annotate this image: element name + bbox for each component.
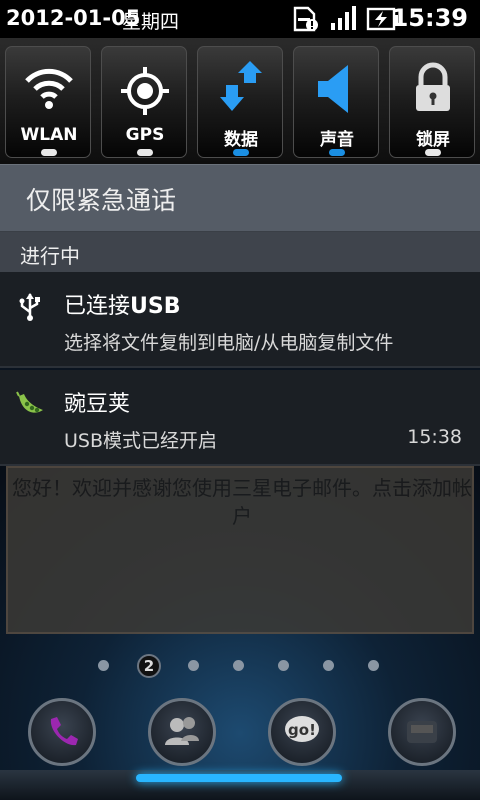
lock-icon	[416, 62, 450, 111]
data-indicator	[233, 149, 249, 156]
notification-usb[interactable]: 已连接USB 选择将文件复制到电脑/从电脑复制文件	[0, 272, 480, 368]
go-sms-icon: go!	[285, 716, 319, 742]
lockscreen-label: 锁屏	[416, 130, 450, 150]
page-dot	[323, 660, 334, 671]
apps-dock-icon[interactable]	[388, 698, 456, 766]
notification-title: 已连接USB	[64, 288, 181, 320]
ongoing-label: 进行中	[20, 244, 80, 268]
emergency-text: 仅限紧急通话	[26, 186, 177, 215]
notification-time: 15:38	[407, 426, 462, 448]
sound-toggle[interactable]: 声音	[293, 46, 379, 158]
contacts-icon	[165, 717, 199, 745]
phone-dock-icon[interactable]	[28, 698, 96, 766]
lockscreen-indicator	[425, 149, 441, 156]
sound-indicator	[329, 149, 345, 156]
wlan-indicator	[41, 149, 57, 156]
page-indicator: 2	[0, 654, 480, 678]
page-dot	[233, 660, 244, 671]
signal-bars-icon	[331, 6, 356, 30]
app-drawer-icon	[407, 721, 437, 743]
quick-settings-panel: WLAN GPS 数据 声音 锁屏	[0, 38, 480, 164]
page-dot	[188, 660, 199, 671]
phone-icon	[50, 717, 78, 746]
wlan-label: WLAN	[20, 125, 78, 145]
emergency-calls-banner: 仅限紧急通话	[0, 164, 480, 232]
gps-icon	[121, 67, 169, 115]
page-dot	[98, 660, 109, 671]
notification-wandoujia[interactable]: 豌豆荚 USB模式已经开启 15:38	[0, 370, 480, 466]
notification-title: 豌豆荚	[64, 392, 131, 417]
notification-title-bold: USB	[130, 294, 181, 319]
lockscreen-toggle[interactable]: 锁屏	[389, 46, 475, 158]
current-page-dot: 2	[137, 654, 161, 678]
notification-title-prefix: 已连接	[64, 294, 131, 319]
svg-text:go!: go!	[288, 721, 316, 739]
homescreen-background: 您好！欢迎并感谢您使用三星电子邮件。点击添加帐户 2 go!	[0, 466, 480, 800]
status-time: 15:39	[391, 4, 468, 32]
gps-indicator	[137, 149, 153, 156]
go-dock-icon[interactable]: go!	[268, 698, 336, 766]
peapod-icon	[16, 391, 43, 413]
gps-label: GPS	[125, 125, 165, 145]
gps-toggle[interactable]: GPS	[101, 46, 187, 158]
wlan-toggle[interactable]: WLAN	[5, 46, 91, 158]
notification-subtitle: 选择将文件复制到电脑/从电脑复制文件	[64, 332, 394, 354]
sound-label: 声音	[320, 130, 354, 150]
status-weekday: 星期四	[122, 11, 180, 33]
data-toggle[interactable]: 数据	[197, 46, 283, 158]
ongoing-header: 进行中	[0, 232, 480, 272]
speaker-icon	[318, 65, 348, 113]
notification-subtitle: USB模式已经开启	[64, 430, 218, 452]
data-arrows-icon	[220, 61, 262, 111]
email-widget[interactable]: 您好！欢迎并感谢您使用三星电子邮件。点击添加帐户	[6, 466, 474, 634]
page-dot	[368, 660, 379, 671]
usb-icon	[19, 293, 40, 321]
sd-card-alert-icon	[293, 6, 318, 32]
email-widget-text: 您好！欢迎并感谢您使用三星电子邮件。点击添加帐户	[12, 476, 472, 528]
status-bar: 2012-01-05 星期四 15:39	[0, 0, 480, 38]
page-dot	[278, 660, 289, 671]
contacts-dock-icon[interactable]	[148, 698, 216, 766]
status-date: 2012-01-05	[6, 6, 141, 30]
data-label: 数据	[224, 130, 258, 150]
wifi-icon	[25, 68, 73, 109]
notification-drawer-handle[interactable]	[136, 774, 342, 782]
